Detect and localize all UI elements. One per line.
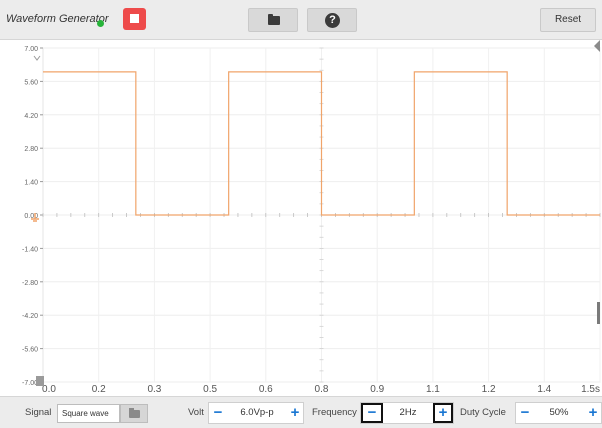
scroll-handle: [597, 302, 600, 324]
y-tick-label: 7.00: [24, 46, 38, 53]
frequency-stepper: − 2Hz +: [360, 402, 454, 424]
waveform-plot[interactable]: 7.00 5.60 4.20 2.80 1.40 0.00 -1.40 -2.80 -4.20-…: [0, 40, 602, 396]
stop-icon: [130, 14, 139, 23]
x-tick-label: 0.0: [42, 384, 56, 395]
volt-stepper: − 6.0Vp-p +: [208, 402, 304, 424]
status-indicator-icon: [97, 20, 104, 27]
y-tick-label: 4.20: [24, 113, 38, 120]
volt-decrease-button[interactable]: −: [209, 403, 227, 423]
stop-button[interactable]: [123, 8, 146, 30]
y-tick-label: -2.80: [22, 280, 38, 287]
volt-value: 6.0Vp-p: [240, 407, 274, 418]
x-tick-label: 1.2: [482, 384, 496, 395]
y-tick-label: 1.40: [24, 180, 38, 187]
frequency-decrease-button[interactable]: −: [361, 403, 383, 423]
x-tick-label: 0.9: [370, 384, 384, 395]
frequency-increase-button[interactable]: +: [433, 403, 453, 423]
x-tick-label: 0.3: [147, 384, 161, 395]
x-tick-label: 0.2: [92, 384, 106, 395]
x-tick-label: 1.4: [537, 384, 551, 395]
folder-icon: [268, 14, 280, 25]
waveform-trace: [43, 71, 600, 216]
frequency-value: 2Hz: [399, 407, 417, 418]
origin-marker-icon: [36, 376, 44, 386]
x-axis-labels: 0.0 0.2 0.3 0.5 0.6 0.8 0.9 1.1 1.2 1.4 1.5s: [42, 384, 600, 395]
signal-select[interactable]: Square wave: [57, 404, 120, 423]
folder-icon: [129, 408, 140, 418]
collapse-arrow-icon: [594, 40, 600, 52]
x-tick-label: 0.5: [203, 384, 217, 395]
open-file-button[interactable]: [248, 8, 298, 32]
y-tick-label: -7.00: [22, 380, 38, 387]
volt-label: Volt: [188, 407, 204, 418]
frequency-label: Frequency: [312, 407, 357, 418]
bottom-controls: Signal Square wave Volt − 6.0Vp-p + Freq…: [0, 396, 602, 428]
top-marker-icon: [33, 55, 41, 61]
top-toolbar: Waveform Generator ? Reset: [0, 0, 602, 40]
plot-canvas: 7.005.604.202.801.400.00-1.40-2.80-4.20-…: [22, 40, 601, 395]
y-tick-label: -1.40: [22, 246, 38, 253]
x-tick-label: 1.1: [426, 384, 440, 395]
help-button[interactable]: ?: [307, 8, 357, 32]
duty-value: 50%: [549, 407, 569, 418]
help-icon: ?: [325, 13, 340, 28]
waveform-generator-app: Waveform Generator ? Reset 7.00 5.60 4.20 2…: [0, 0, 602, 428]
y-tick-label: -5.60: [22, 347, 38, 354]
duty-increase-button[interactable]: +: [584, 403, 602, 423]
app-title: Waveform Generator: [6, 13, 109, 25]
y-tick-label: 2.80: [24, 146, 38, 153]
duty-decrease-button[interactable]: −: [516, 403, 534, 423]
duty-cycle-label: Duty Cycle: [460, 407, 506, 418]
x-tick-label: 1.5s: [581, 384, 600, 395]
reset-button[interactable]: Reset: [540, 8, 596, 32]
signal-folder-button[interactable]: [120, 404, 148, 423]
volt-increase-button[interactable]: +: [286, 403, 304, 423]
x-tick-label: 0.6: [259, 384, 273, 395]
x-tick-label: 0.8: [315, 384, 329, 395]
duty-cycle-stepper: − 50% +: [515, 402, 602, 424]
signal-label: Signal: [25, 407, 52, 418]
y-tick-label: 5.60: [24, 79, 38, 86]
y-tick-label: -4.20: [22, 313, 38, 320]
plot-markers: [31, 40, 600, 386]
